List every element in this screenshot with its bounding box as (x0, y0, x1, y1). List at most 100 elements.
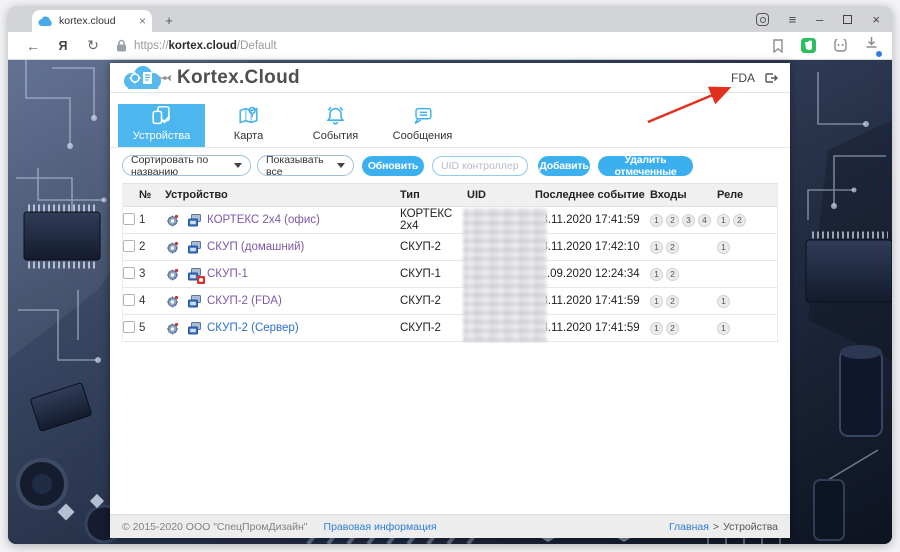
inputs-cell: 12 (650, 322, 717, 335)
tab-label: Карта (234, 130, 263, 142)
tab-map[interactable]: Карта (205, 104, 292, 147)
relays-cell: 1 (717, 295, 777, 308)
device-monitor-icon[interactable] (187, 294, 202, 309)
uid-input[interactable] (432, 156, 528, 176)
device-type: СКУП-1 (400, 268, 467, 280)
last-event: 03.11.2020 17:41:59 (535, 214, 650, 226)
downloads-icon[interactable] (865, 36, 878, 55)
device-link[interactable]: СКУП-2 (Сервер) (207, 322, 299, 334)
row-number: 1 (139, 214, 165, 226)
col-header-relays: Реле (717, 189, 777, 201)
device-settings-icon[interactable] (165, 321, 180, 336)
relays-cell: 12 (717, 214, 777, 227)
devices-table: № Устройство Тип UID Последнее событие В… (122, 183, 778, 342)
device-link[interactable]: КОРТЕКС 2x4 (офис) (207, 214, 320, 226)
col-header-type: Тип (400, 189, 467, 201)
row-checkbox[interactable] (123, 213, 135, 225)
input-badge: 1 (650, 322, 663, 335)
username-label[interactable]: FDA (731, 71, 755, 85)
input-badge: 3 (682, 214, 695, 227)
row-checkbox[interactable] (123, 321, 135, 333)
browser-feature-icon[interactable] (756, 13, 769, 26)
tab-devices[interactable]: Устройства (118, 104, 205, 147)
row-checkbox[interactable] (123, 267, 135, 279)
browser-titlebar: kortex.cloud × + ≡ – × (8, 6, 892, 32)
device-settings-icon[interactable] (165, 267, 180, 282)
device-type: СКУП-2 (400, 241, 467, 253)
add-button[interactable]: Добавить (538, 156, 590, 176)
address-bar: ← Я ↻ https://kortex.cloud/Default (8, 32, 892, 60)
device-monitor-icon[interactable] (187, 321, 202, 336)
minimize-button[interactable]: – (816, 13, 823, 26)
table-row: 1 КОРТЕКС 2x4 (офис) КОРТЕКС 2x4 (123, 207, 777, 234)
table-row: 3 СКУП-1 СКУП-1 11.09.2 (123, 261, 777, 288)
inputs-cell: 12 (650, 241, 717, 254)
app-logo: Kortex.Cloud (122, 65, 300, 91)
last-event: 11.09.2020 12:24:34 (535, 268, 650, 280)
map-icon (236, 104, 261, 128)
tab-messages[interactable]: Сообщения (379, 104, 466, 147)
row-number: 5 (139, 322, 165, 334)
show-filter-select[interactable]: Показывать все (257, 155, 354, 176)
table-row: 4 СКУП-2 (FDA) СКУП-2 0 (123, 288, 777, 315)
row-checkbox[interactable] (123, 294, 135, 306)
download-arrow-icon (865, 36, 878, 50)
sort-select-value: Сортировать по названию (131, 154, 234, 178)
device-link[interactable]: СКУП (домашний) (207, 241, 304, 253)
chat-icon (410, 104, 435, 128)
legal-info-link[interactable]: Правовая информация (324, 521, 437, 533)
menu-icon[interactable]: ≡ (789, 13, 797, 26)
bookmark-icon[interactable] (772, 39, 784, 53)
browser-window: kortex.cloud × + ≡ – × ← Я ↻ https://kor… (8, 6, 892, 544)
chevron-down-icon (337, 163, 345, 168)
tab-label: Сообщения (393, 130, 453, 142)
device-monitor-icon[interactable] (187, 267, 202, 282)
page-viewport: Kortex.Cloud FDA Уст (8, 60, 892, 544)
input-badge: 2 (666, 322, 679, 335)
input-badge: 2 (666, 241, 679, 254)
download-badge (875, 50, 883, 58)
url-field[interactable]: https://kortex.cloud/Default (116, 39, 772, 52)
device-type: СКУП-2 (400, 322, 467, 334)
refresh-button[interactable]: Обновить (362, 156, 424, 176)
device-settings-icon[interactable] (165, 213, 180, 228)
evernote-extension-icon[interactable] (801, 38, 816, 53)
delete-marked-button[interactable]: Удалить отмеченные (598, 156, 693, 176)
col-header-inputs: Входы (650, 189, 717, 201)
device-monitor-icon[interactable] (187, 213, 202, 228)
relays-cell: 1 (717, 241, 777, 254)
col-header-num: № (139, 189, 165, 201)
col-header-uid: UID (467, 189, 535, 201)
relay-badge: 1 (717, 295, 730, 308)
device-link[interactable]: СКУП-2 (FDA) (207, 295, 282, 307)
tab-close-icon[interactable]: × (139, 15, 146, 27)
device-settings-icon[interactable] (165, 294, 180, 309)
col-header-lastevent: Последнее событие (535, 189, 650, 201)
device-type: СКУП-2 (400, 295, 467, 307)
reload-button[interactable]: ↻ (78, 37, 108, 54)
device-type: КОРТЕКС 2x4 (400, 208, 467, 232)
last-event: 03.11.2020 17:41:59 (535, 295, 650, 307)
extension-icon[interactable] (833, 39, 848, 53)
app-panel: Kortex.Cloud FDA Уст (110, 63, 790, 538)
device-monitor-icon[interactable] (187, 240, 202, 255)
back-button[interactable]: ← (18, 38, 48, 54)
chevron-down-icon (234, 163, 242, 168)
maximize-button[interactable] (843, 15, 852, 24)
app-header: Kortex.Cloud FDA (110, 63, 790, 93)
device-settings-icon[interactable] (165, 240, 180, 255)
sort-select[interactable]: Сортировать по названию (122, 155, 251, 176)
device-link[interactable]: СКУП-1 (207, 268, 248, 280)
panel-footer: © 2015-2020 ООО "СпецПромДизайн" Правова… (110, 514, 790, 538)
inputs-cell: 12 (650, 295, 717, 308)
new-tab-button[interactable]: + (160, 11, 178, 29)
lock-icon (116, 39, 127, 52)
yandex-home-button[interactable]: Я (48, 39, 78, 53)
breadcrumb-home-link[interactable]: Главная (669, 521, 709, 533)
toolbar: Сортировать по названию Показывать все О… (110, 148, 790, 183)
row-checkbox[interactable] (123, 240, 135, 252)
browser-tab[interactable]: kortex.cloud × (32, 10, 152, 32)
logout-icon[interactable] (763, 71, 778, 85)
close-button[interactable]: × (872, 13, 880, 26)
tab-events[interactable]: События (292, 104, 379, 147)
